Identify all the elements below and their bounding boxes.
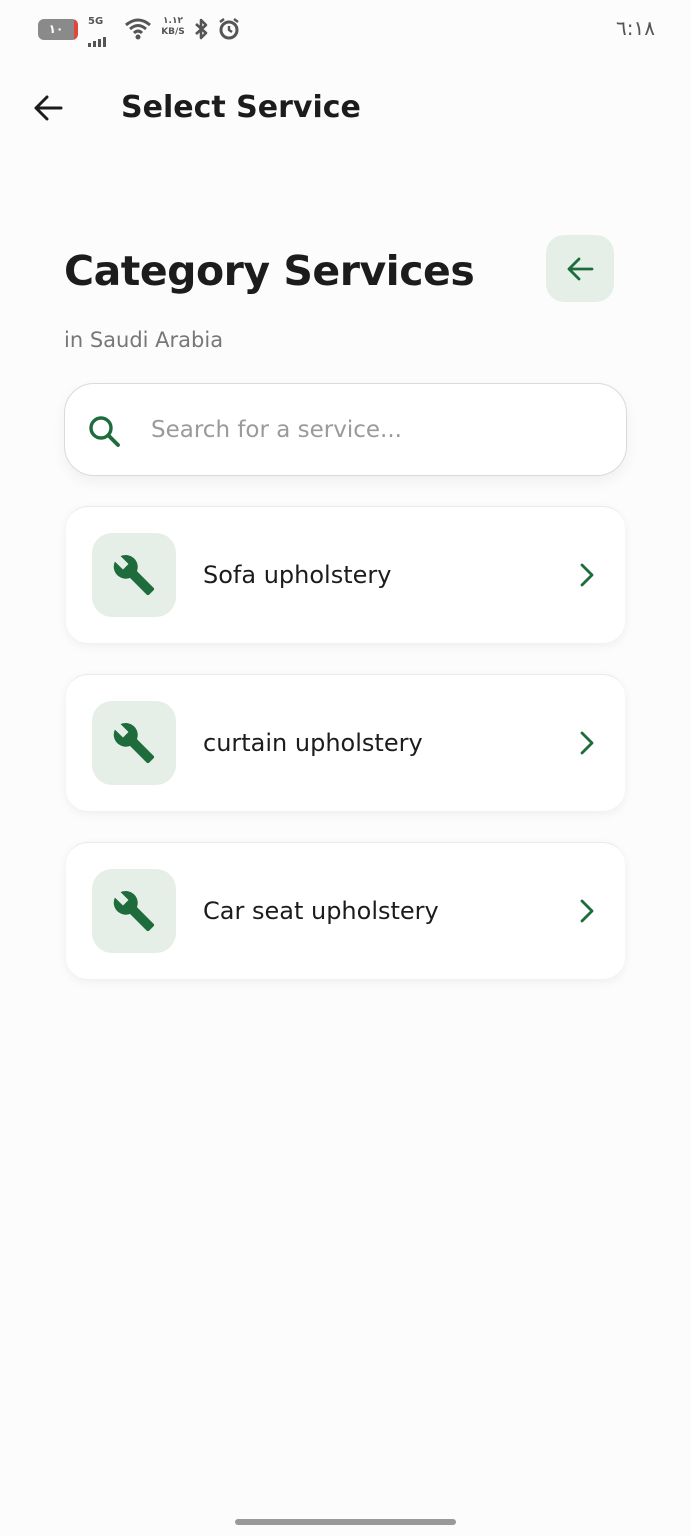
search-input[interactable]	[151, 404, 591, 456]
clock: ٦:١٨	[616, 16, 655, 40]
category-subtitle: in Saudi Arabia	[64, 328, 224, 352]
status-bar: ١٠ 5G ١.١٢ KB/S ٦:١٨	[0, 0, 691, 58]
home-indicator[interactable]	[235, 1519, 456, 1525]
service-list: Sofa upholstery curtain upholstery Car s…	[66, 506, 625, 1010]
wrench-icon	[113, 723, 155, 764]
service-label: Sofa upholstery	[203, 561, 392, 589]
speed-value: ١.١٢	[163, 16, 183, 26]
wrench-icon	[113, 891, 155, 932]
service-label: curtain upholstery	[203, 729, 423, 757]
wrench-icon	[113, 555, 155, 596]
battery-icon: ١٠	[38, 19, 78, 40]
service-item-car-seat-upholstery[interactable]: Car seat upholstery	[66, 842, 625, 979]
category-title: Category Services	[64, 247, 475, 295]
service-label: Car seat upholstery	[203, 897, 439, 925]
chevron-right-icon	[580, 899, 594, 923]
chevron-right-icon	[580, 731, 594, 755]
service-icon-container	[92, 701, 176, 785]
network-speed: ١.١٢ KB/S	[160, 16, 186, 38]
service-item-sofa-upholstery[interactable]: Sofa upholstery	[66, 506, 625, 643]
service-icon-container	[92, 869, 176, 953]
search-bar[interactable]	[64, 383, 627, 476]
alarm-icon	[219, 18, 239, 40]
speed-unit: KB/S	[161, 27, 185, 37]
chevron-right-icon	[580, 563, 594, 587]
service-icon-container	[92, 533, 176, 617]
screen: ١٠ 5G ١.١٢ KB/S ٦:١٨ Select Service Cate…	[0, 0, 691, 1536]
signal-icon	[88, 28, 108, 47]
search-icon	[89, 416, 120, 447]
battery-level: ١٠	[48, 22, 64, 36]
service-item-curtain-upholstery[interactable]: curtain upholstery	[66, 674, 625, 811]
network-type: 5G	[88, 16, 104, 27]
arrow-left-icon	[567, 257, 594, 280]
back-button[interactable]	[30, 90, 66, 126]
arrow-left-icon	[34, 95, 63, 121]
page-title: Select Service	[121, 90, 361, 125]
bluetooth-icon	[195, 18, 208, 40]
wifi-icon	[125, 18, 151, 40]
category-back-button[interactable]	[546, 235, 614, 302]
